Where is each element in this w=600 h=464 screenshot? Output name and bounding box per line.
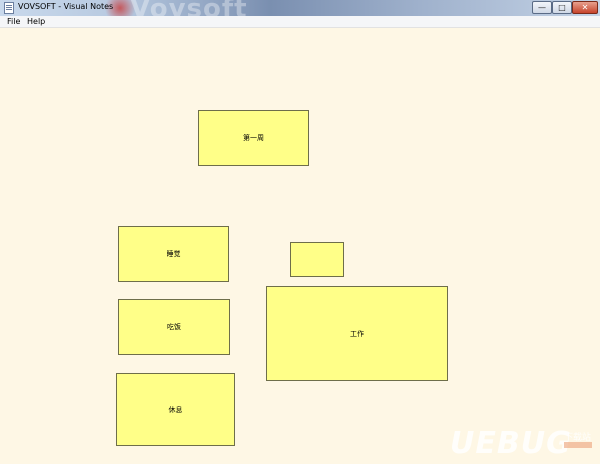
note-sleep-text: 睡觉 <box>166 250 181 258</box>
note-eat-text: 吃饭 <box>167 323 181 331</box>
menu-help[interactable]: Help <box>27 17 45 26</box>
note-week-text: 第一周 <box>243 134 264 142</box>
window-title: VOVSOFT - Visual Notes <box>18 2 114 11</box>
note-week[interactable]: 第一周 <box>198 110 309 166</box>
note-rest[interactable]: 休息 <box>116 373 235 446</box>
menu-bar: File Help <box>0 16 600 28</box>
minimize-button[interactable]: — <box>532 1 552 14</box>
visual-notes-window: Vovsoft VOVSOFT - Visual Notes — □ ✕ Fil… <box>0 0 600 464</box>
note-work[interactable]: 工作 <box>266 286 448 381</box>
note-rest-text: 休息 <box>168 405 183 414</box>
maximize-button[interactable]: □ <box>552 1 572 14</box>
note-work-text: 工作 <box>350 329 364 338</box>
site-watermark: UEBUG <box>450 426 572 461</box>
notes-canvas[interactable]: 第一周 睡觉 吃饭 工作 休息 <box>0 28 600 464</box>
app-icon[interactable] <box>4 2 14 14</box>
title-brand-watermark: Vovsoft <box>130 0 248 16</box>
close-button[interactable]: ✕ <box>572 1 598 14</box>
note-blank[interactable] <box>290 242 344 277</box>
title-bar[interactable]: Vovsoft VOVSOFT - Visual Notes — □ ✕ <box>0 0 600 16</box>
note-sleep[interactable]: 睡觉 <box>118 226 229 282</box>
note-eat[interactable]: 吃饭 <box>118 299 230 355</box>
menu-file[interactable]: File <box>7 17 20 26</box>
site-watermark-bar <box>564 442 592 448</box>
